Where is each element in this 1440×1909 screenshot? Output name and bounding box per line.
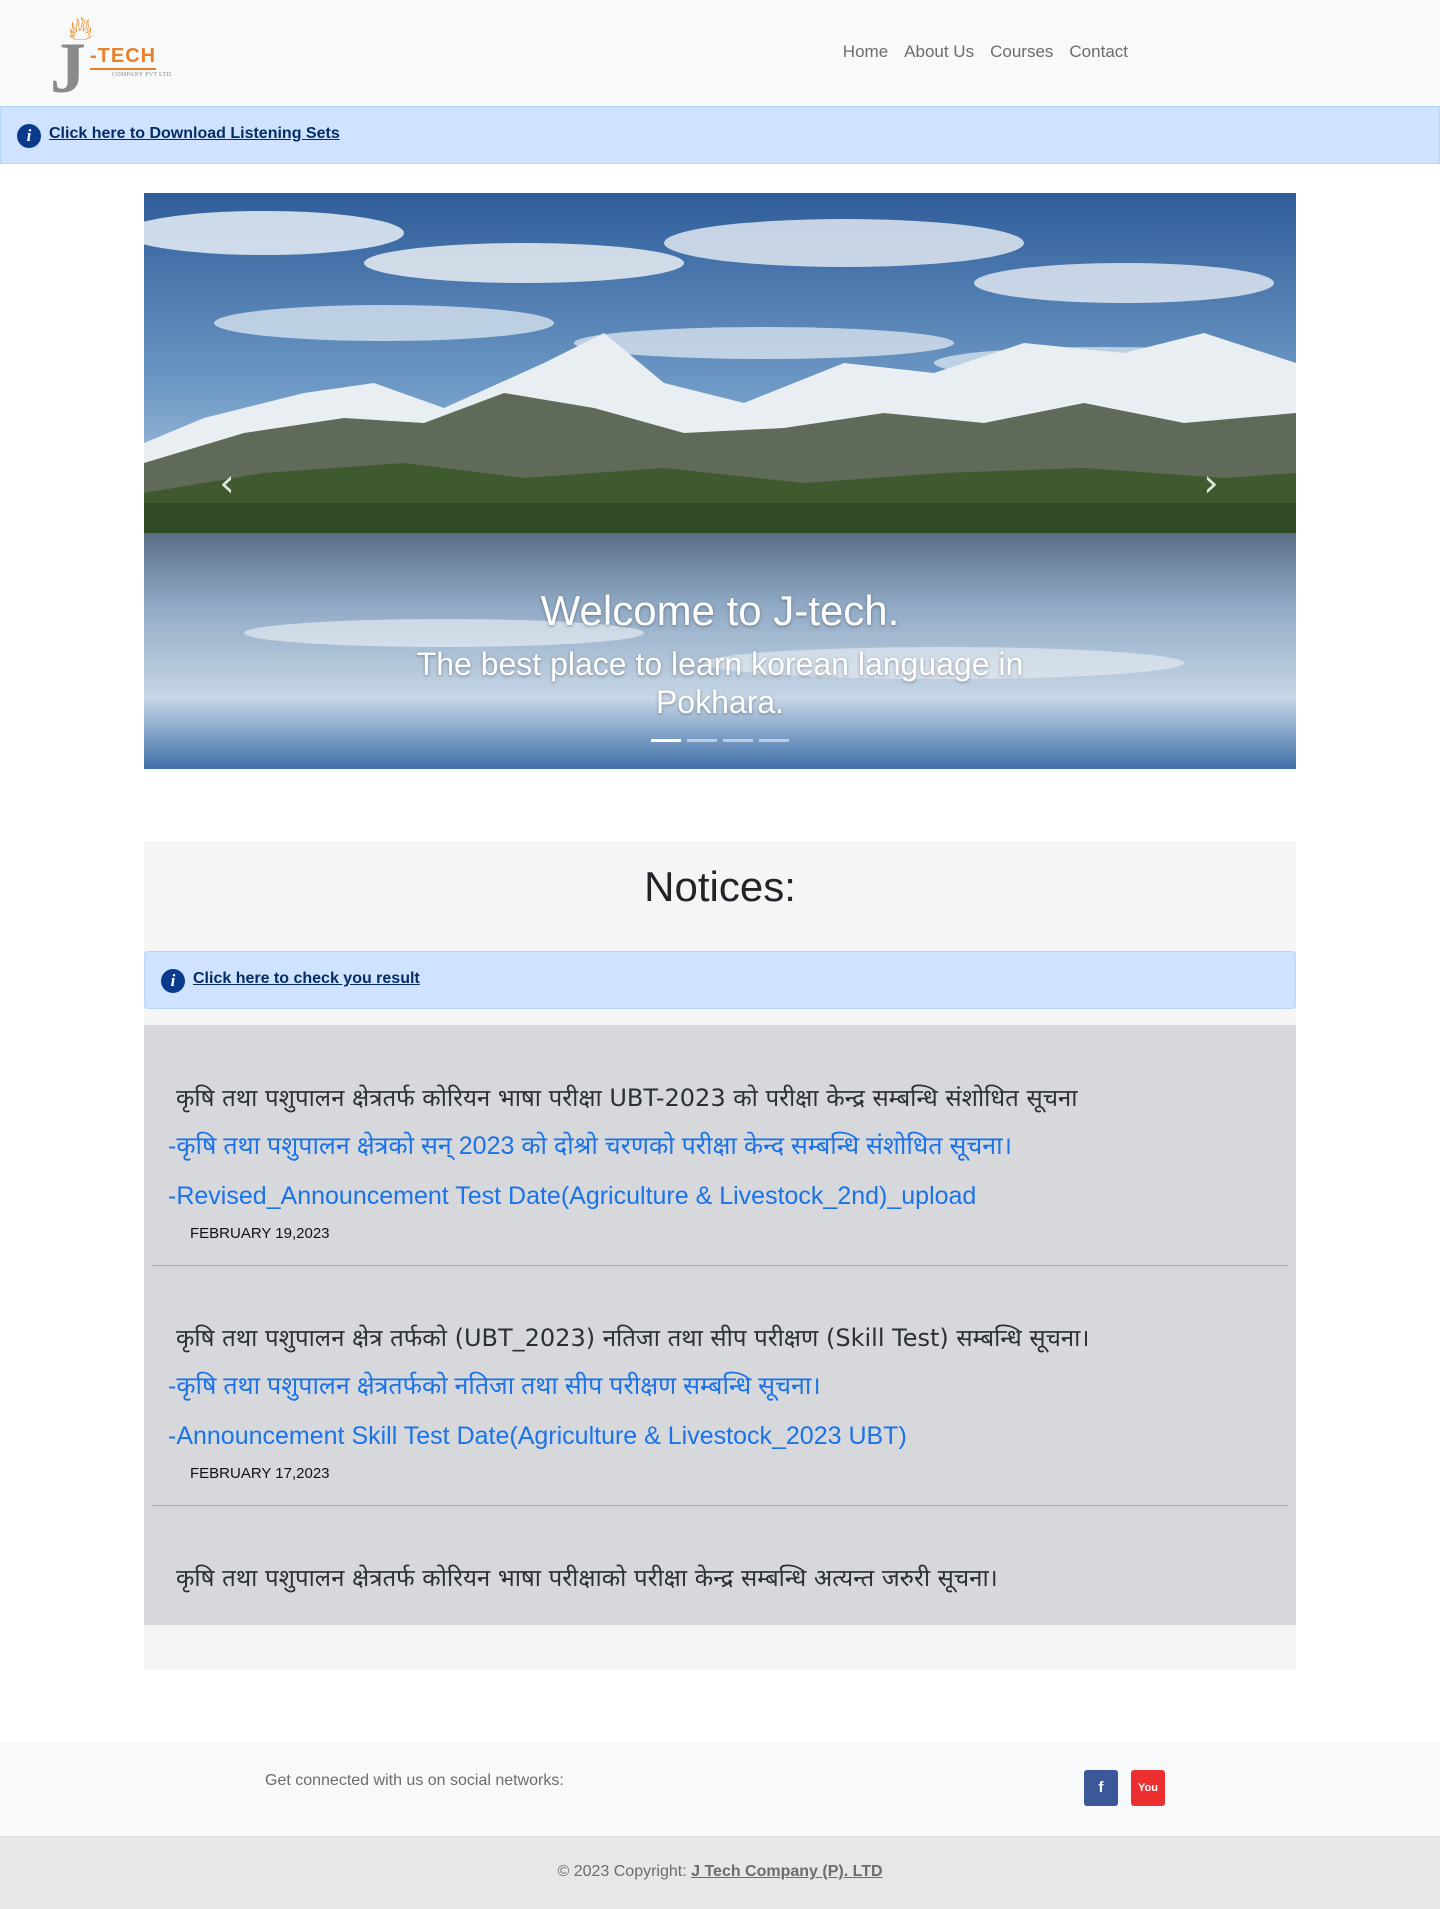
facebook-icon[interactable]: f bbox=[1084, 1770, 1118, 1806]
main-nav: Home About Us Courses Contact bbox=[835, 40, 1136, 64]
logo[interactable]: 🔥︎ J -TECH COMPANY PVT LTD. bbox=[50, 12, 190, 104]
notice-title: कृषि तथा पशुपालन क्षेत्रतर्फ कोरियन भाषा… bbox=[176, 1084, 1078, 1112]
download-listening-sets-link[interactable]: Click here to Download Listening Sets bbox=[49, 125, 340, 143]
download-alert: i Click here to Download Listening Sets bbox=[0, 106, 1440, 164]
notice-link-nepali[interactable]: -कृषि तथा पशुपालन क्षेत्रतर्फको नतिजा तथ… bbox=[168, 1368, 821, 1402]
carousel-prev-icon[interactable]: ‹ bbox=[212, 463, 242, 503]
nav-home[interactable]: Home bbox=[835, 40, 896, 64]
notice-item: कृषि तथा पशुपालन क्षेत्रतर्फ कोरियन भाषा… bbox=[152, 1025, 1288, 1266]
logo-letter: J bbox=[50, 28, 86, 108]
logo-subtitle: COMPANY PVT LTD. bbox=[112, 72, 173, 78]
carousel-indicators bbox=[651, 739, 789, 742]
carousel-title: Welcome to J-tech. bbox=[540, 587, 900, 634]
social-bar: Get connected with us on social networks… bbox=[0, 1742, 1440, 1837]
carousel-indicator-1[interactable] bbox=[651, 739, 681, 742]
copyright-bar: © 2023 Copyright: J Tech Company (P). LT… bbox=[0, 1837, 1440, 1909]
carousel-indicator-4[interactable] bbox=[759, 739, 789, 742]
navbar: 🔥︎ J -TECH COMPANY PVT LTD. Home About U… bbox=[0, 0, 1440, 106]
carousel-subtitle: The best place to learn korean language … bbox=[416, 646, 1024, 720]
carousel-indicator-3[interactable] bbox=[723, 739, 753, 742]
notice-link-english[interactable]: -Revised_Announcement Test Date(Agricult… bbox=[168, 1182, 976, 1211]
social-text: Get connected with us on social networks… bbox=[265, 1772, 564, 1789]
copyright-company-link[interactable]: J Tech Company (P). LTD bbox=[691, 1863, 882, 1880]
nav-about-us[interactable]: About Us bbox=[896, 40, 982, 64]
notice-list[interactable]: कृषि तथा पशुपालन क्षेत्रतर्फ कोरियन भाषा… bbox=[144, 1025, 1296, 1625]
notice-date: FEBRUARY 19,2023 bbox=[190, 1225, 330, 1242]
logo-text: -TECH bbox=[90, 46, 157, 70]
nav-contact[interactable]: Contact bbox=[1061, 40, 1136, 64]
info-icon: i bbox=[17, 124, 41, 148]
carousel-next-icon[interactable]: › bbox=[1196, 463, 1226, 503]
copyright-text: © 2023 Copyright: bbox=[557, 1863, 692, 1880]
notice-title: कृषि तथा पशुपालन क्षेत्रतर्फ कोरियन भाषा… bbox=[176, 1564, 998, 1592]
hero-carousel: ‹ › Welcome to J-tech. The best place to… bbox=[144, 193, 1296, 769]
youtube-icon[interactable]: You bbox=[1131, 1770, 1165, 1806]
check-result-link[interactable]: Click here to check you result bbox=[193, 970, 420, 988]
nav-courses[interactable]: Courses bbox=[982, 40, 1061, 64]
notices-heading: Notices: bbox=[644, 863, 796, 910]
notices-section: Notices: i Click here to check you resul… bbox=[144, 841, 1296, 1670]
notice-item: कृषि तथा पशुपालन क्षेत्र तर्फको (UBT_202… bbox=[152, 1265, 1288, 1506]
info-icon: i bbox=[161, 969, 185, 993]
result-alert: i Click here to check you result bbox=[144, 951, 1296, 1009]
notice-link-english[interactable]: -Announcement Skill Test Date(Agricultur… bbox=[168, 1422, 907, 1451]
notice-date: FEBRUARY 17,2023 bbox=[190, 1465, 330, 1482]
notice-title: कृषि तथा पशुपालन क्षेत्र तर्फको (UBT_202… bbox=[176, 1324, 1090, 1352]
carousel-indicator-2[interactable] bbox=[687, 739, 717, 742]
notice-item: कृषि तथा पशुपालन क्षेत्रतर्फ कोरियन भाषा… bbox=[152, 1505, 1288, 1625]
notice-link-nepali[interactable]: -कृषि तथा पशुपालन क्षेत्रको सन् 2023 को … bbox=[168, 1128, 1012, 1162]
